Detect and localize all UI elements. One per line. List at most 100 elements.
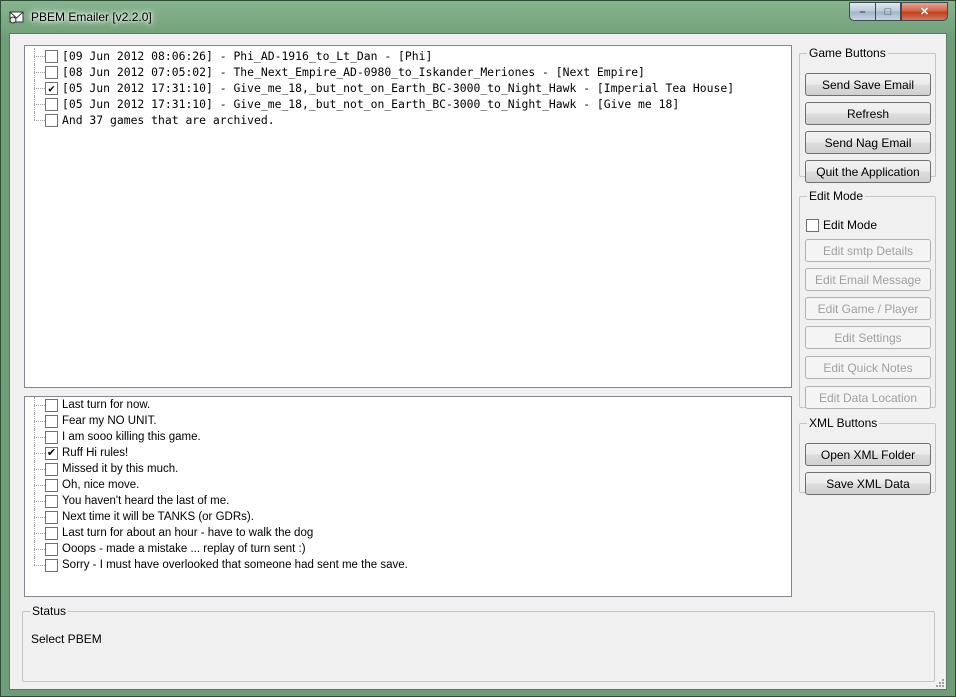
message-label: Ooops - made a mistake ... replay of tur… <box>62 543 306 555</box>
game-item[interactable]: [09 Jun 2012 08:06:26] - Phi_AD-1916_to_… <box>25 48 791 64</box>
edit-mode-checkbox[interactable]: Edit Mode <box>806 218 877 232</box>
message-item[interactable]: Next time it will be TANKS (or GDRs). <box>25 509 791 525</box>
app-icon <box>9 11 24 24</box>
game-item[interactable]: ✔ [05 Jun 2012 17:31:10] - Give_me_18,_bu… <box>25 80 791 96</box>
checkmark-icon: ✔ <box>48 81 55 95</box>
xml-buttons-legend: XML Buttons <box>809 416 878 430</box>
game-checkbox[interactable] <box>45 49 58 63</box>
window-title: PBEM Emailer [v2.2.0] <box>31 10 152 24</box>
message-checkbox[interactable] <box>45 526 58 540</box>
status-legend: Status <box>32 604 67 618</box>
message-item[interactable]: Ooops - made a mistake ... replay of tur… <box>25 541 791 557</box>
game-label: [09 Jun 2012 08:06:26] - Phi_AD-1916_to_… <box>62 49 433 63</box>
tree-connector <box>34 80 36 96</box>
save-xml-data-button[interactable]: Save XML Data <box>805 472 931 495</box>
message-checkbox[interactable] <box>45 414 58 428</box>
close-icon: ✕ <box>919 6 930 18</box>
game-label: And 37 games that are archived. <box>62 113 275 127</box>
message-item[interactable]: Last turn for now. <box>25 397 791 413</box>
message-checkbox[interactable] <box>45 478 58 492</box>
message-checkbox[interactable] <box>45 542 58 556</box>
game-item[interactable]: [05 Jun 2012 17:31:10] - Give_me_18,_but… <box>25 96 791 112</box>
tree-connector <box>34 509 36 525</box>
edit-email-message-button[interactable]: Edit Email Message <box>805 268 931 291</box>
close-button[interactable]: ✕ <box>901 2 948 21</box>
messages-tree[interactable]: Last turn for now. Fear my NO UNIT. I am s… <box>24 396 792 597</box>
message-label: Last turn for about an hour - have to wa… <box>62 527 314 539</box>
message-item[interactable]: ✔ Ruff Hi rules! <box>25 445 791 461</box>
edit-smtp-details-button[interactable]: Edit smtp Details <box>805 239 931 262</box>
maximize-icon: □ <box>884 5 892 18</box>
edit-mode-legend: Edit Mode <box>809 189 864 203</box>
message-checkbox[interactable] <box>45 430 58 444</box>
game-item[interactable]: And 37 games that are archived. <box>25 112 791 128</box>
message-item[interactable]: Fear my NO UNIT. <box>25 413 791 429</box>
message-label: Fear my NO UNIT. <box>62 415 157 427</box>
message-checkbox[interactable] <box>45 398 58 412</box>
message-checkbox[interactable]: ✔ <box>45 446 58 460</box>
message-checkbox[interactable] <box>45 558 58 572</box>
message-label: Missed it by this much. <box>62 463 179 475</box>
app-window: PBEM Emailer [v2.2.0] – □ ✕ [09 Jun 2012… <box>0 0 956 697</box>
refresh-button[interactable]: Refresh <box>805 102 931 125</box>
quit-application-button[interactable]: Quit the Application <box>805 160 931 183</box>
edit-data-location-button[interactable]: Edit Data Location <box>805 386 931 409</box>
edit-mode-checkbox-label: Edit Mode <box>823 218 878 232</box>
tree-connector <box>34 525 36 541</box>
resize-grip-icon[interactable] <box>933 676 945 688</box>
message-label: You haven't heard the last of me. <box>62 495 230 507</box>
game-label: [08 Jun 2012 07:05:02] - The_Next_Empire… <box>62 65 645 79</box>
open-xml-folder-button[interactable]: Open XML Folder <box>805 443 931 466</box>
tree-connector <box>34 461 36 477</box>
checkmark-icon: ✔ <box>46 446 57 459</box>
tree-connector <box>34 413 36 429</box>
edit-settings-button[interactable]: Edit Settings <box>805 326 931 349</box>
games-tree[interactable]: [09 Jun 2012 08:06:26] - Phi_AD-1916_to_… <box>24 45 792 388</box>
xml-buttons-group: XML Buttons Open XML Folder Save XML Dat… <box>799 416 936 495</box>
edit-mode-check-box[interactable] <box>806 218 819 232</box>
game-checkbox[interactable] <box>45 65 58 79</box>
message-item[interactable]: Sorry - I must have overlooked that some… <box>25 557 791 573</box>
message-label: Ruff Hi rules! <box>62 447 129 459</box>
message-checkbox[interactable] <box>45 462 58 476</box>
title-bar[interactable]: PBEM Emailer [v2.2.0] – □ ✕ <box>1 1 955 33</box>
status-text: Select PBEM <box>31 632 102 646</box>
game-label: [05 Jun 2012 17:31:10] - Give_me_18,_but… <box>62 97 680 111</box>
game-checkbox[interactable]: ✔ <box>45 81 58 95</box>
minimize-button[interactable]: – <box>849 2 875 21</box>
minimize-icon: – <box>859 5 866 18</box>
tree-connector <box>34 112 36 120</box>
game-label: [05 Jun 2012 17:31:10] - Give_me_18,_but… <box>62 81 735 95</box>
message-item[interactable]: Last turn for about an hour - have to wa… <box>25 525 791 541</box>
splitter[interactable] <box>24 388 792 396</box>
edit-quick-notes-button[interactable]: Edit Quick Notes <box>805 356 931 379</box>
tree-connector <box>34 541 36 557</box>
edit-game-player-button[interactable]: Edit Game / Player <box>805 297 931 320</box>
client-area: [09 Jun 2012 08:06:26] - Phi_AD-1916_to_… <box>9 33 947 690</box>
message-item[interactable]: Oh, nice move. <box>25 477 791 493</box>
message-checkbox[interactable] <box>45 510 58 524</box>
game-checkbox[interactable] <box>45 97 58 111</box>
game-buttons-group: Game Buttons Send Save Email Refresh Sen… <box>799 46 936 183</box>
game-buttons-legend: Game Buttons <box>809 46 886 60</box>
messages-tree-items: Last turn for now. Fear my NO UNIT. I am s… <box>25 397 791 573</box>
game-item[interactable]: [08 Jun 2012 07:05:02] - The_Next_Empire… <box>25 64 791 80</box>
message-label: I am sooo killing this game. <box>62 431 201 443</box>
send-save-email-button[interactable]: Send Save Email <box>805 73 931 96</box>
games-tree-items: [09 Jun 2012 08:06:26] - Phi_AD-1916_to_… <box>25 46 791 128</box>
tree-connector <box>34 477 36 493</box>
tree-connector <box>34 429 36 445</box>
tree-connector <box>34 96 36 112</box>
send-nag-email-button[interactable]: Send Nag Email <box>805 131 931 154</box>
message-label: Sorry - I must have overlooked that some… <box>62 559 408 571</box>
message-item[interactable]: Missed it by this much. <box>25 461 791 477</box>
tree-connector <box>34 445 36 461</box>
message-label: Last turn for now. <box>62 399 151 411</box>
message-label: Oh, nice move. <box>62 479 140 491</box>
message-item[interactable]: I am sooo killing this game. <box>25 429 791 445</box>
message-checkbox[interactable] <box>45 494 58 508</box>
edit-mode-group: Edit Mode Edit Mode Edit smtp Details Ed… <box>799 189 936 409</box>
message-item[interactable]: You haven't heard the last of me. <box>25 493 791 509</box>
game-checkbox[interactable] <box>45 113 58 127</box>
maximize-button[interactable]: □ <box>875 2 901 21</box>
